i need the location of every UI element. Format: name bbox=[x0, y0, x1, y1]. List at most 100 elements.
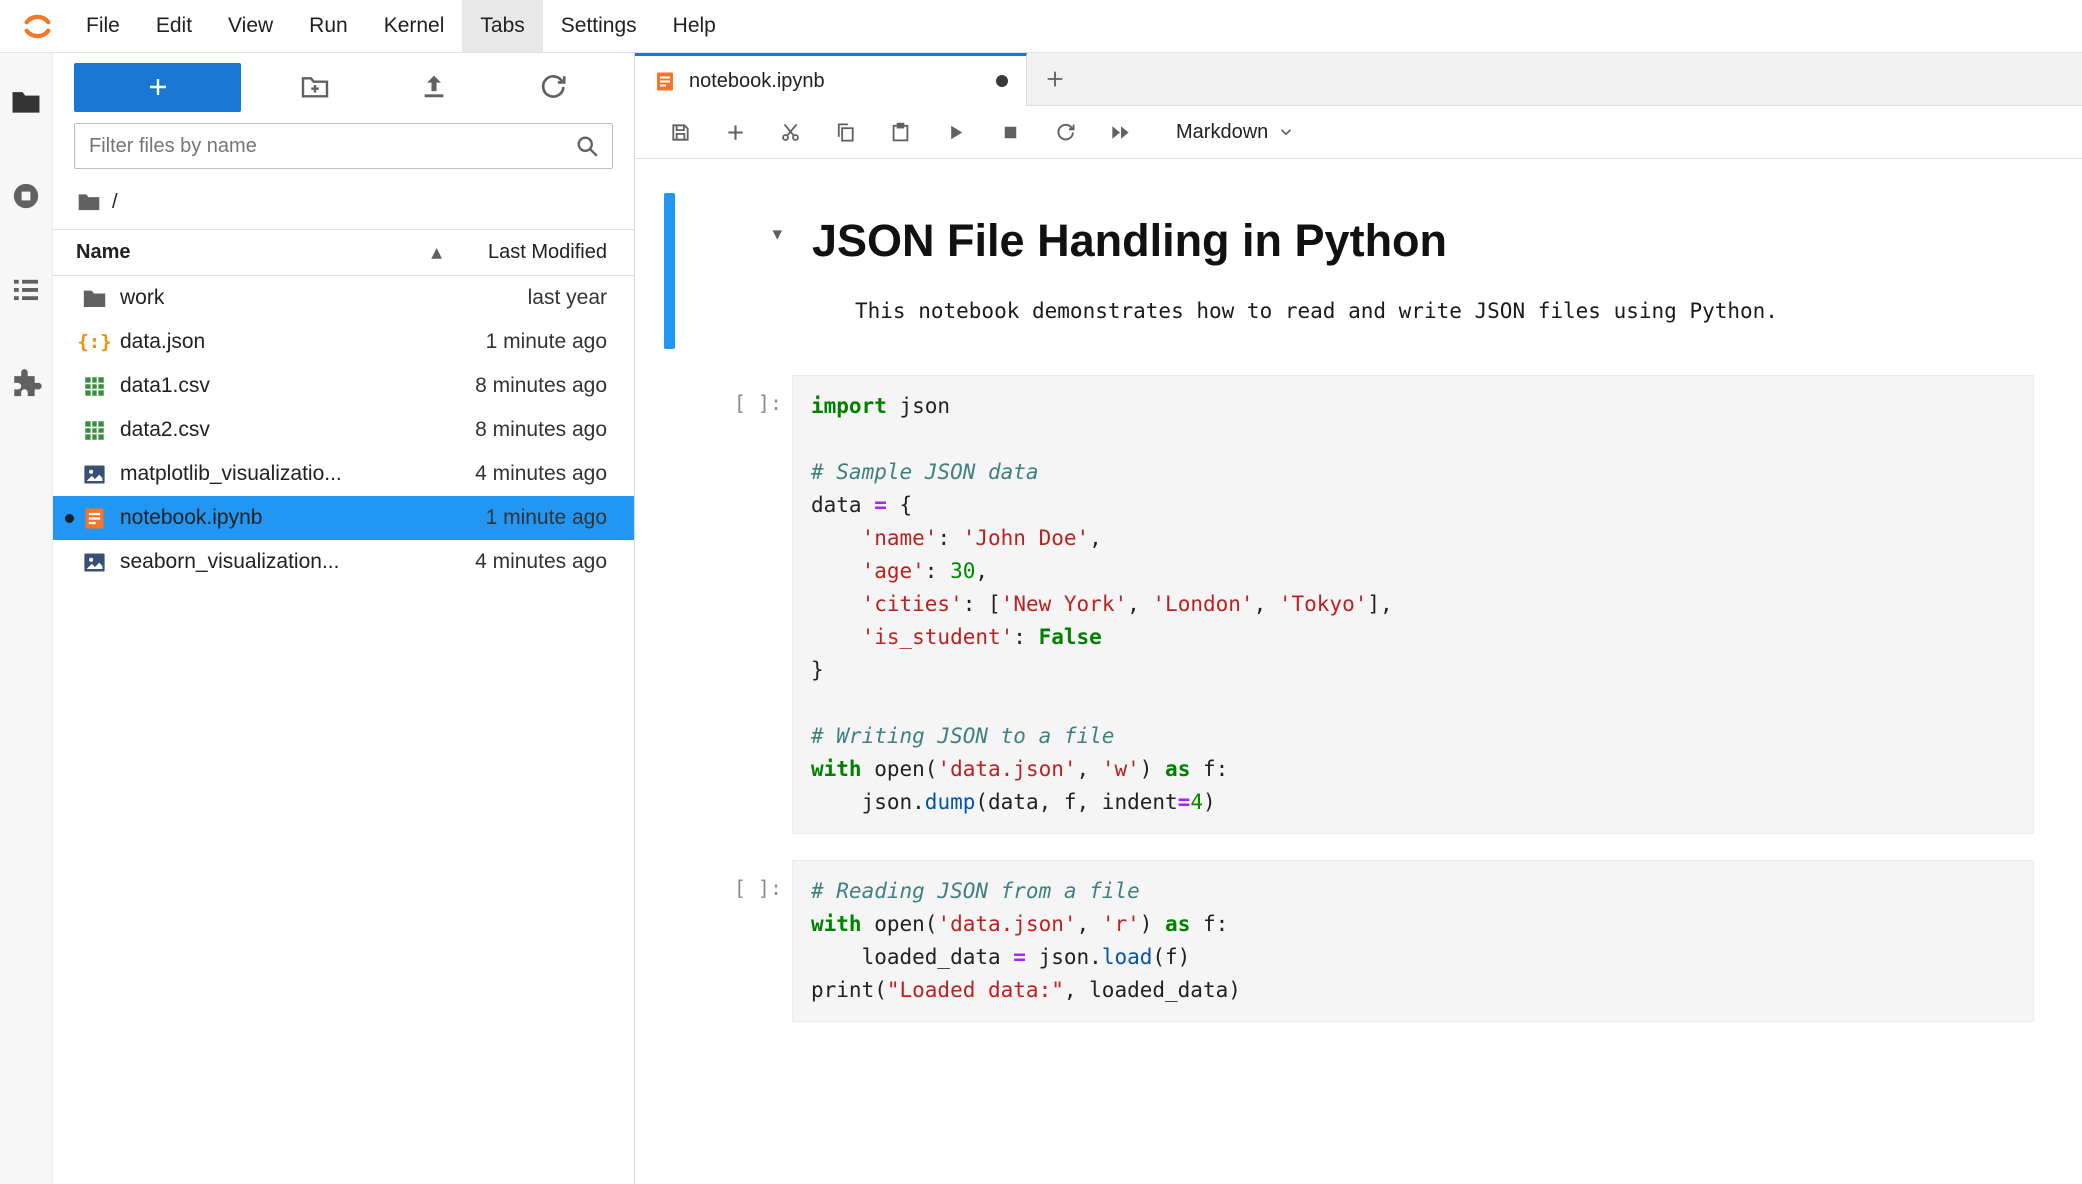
tab-notebook[interactable]: notebook.ipynb bbox=[635, 53, 1027, 106]
rendered-markdown[interactable]: JSON File Handling in Python This noteboo… bbox=[792, 193, 2034, 349]
file-row-matplotlib-visualizatio-[interactable]: matplotlib_visualizatio...4 minutes ago bbox=[53, 452, 634, 496]
code-line: with open('data.json', 'w') as f: bbox=[811, 753, 2015, 786]
markdown-body: This notebook demonstrates how to read a… bbox=[855, 299, 2034, 323]
code-cell[interactable]: [ ]:import json # Sample JSON datadata =… bbox=[635, 375, 2082, 834]
new-tab-button[interactable] bbox=[1033, 53, 1077, 105]
unsaved-changes-indicator[interactable] bbox=[996, 75, 1008, 87]
code-cell[interactable]: [ ]:# Reading JSON from a filewith open(… bbox=[635, 860, 2082, 1022]
file-row-seaborn-visualization-[interactable]: seaborn_visualization... 4 minutes ago bbox=[53, 540, 634, 584]
cell-collapser[interactable] bbox=[664, 860, 675, 1022]
table-of-contents-icon[interactable] bbox=[9, 273, 43, 307]
cell-type-dropdown[interactable]: Markdown bbox=[1176, 121, 1295, 144]
file-row-data-json[interactable]: {:} data.json 1 minute ago bbox=[53, 320, 634, 364]
file-name: notebook.ipynb bbox=[120, 506, 262, 530]
code-line: print("Loaded data:", loaded_data) bbox=[811, 974, 2015, 1007]
run-button[interactable] bbox=[928, 111, 983, 153]
file-name: data2.csv bbox=[120, 418, 210, 442]
file-name: data.json bbox=[120, 330, 205, 354]
code-line: 'is_student': False bbox=[811, 621, 2015, 654]
code-editor[interactable]: # Reading JSON from a filewith open('dat… bbox=[792, 860, 2034, 1022]
toolbar-buttons bbox=[653, 111, 1148, 153]
jupyter-logo-icon bbox=[14, 0, 60, 52]
file-list-header: Name ▲ Last Modified bbox=[53, 229, 634, 276]
image-icon bbox=[81, 549, 108, 576]
cell-collapser[interactable] bbox=[664, 193, 675, 349]
menu-edit[interactable]: Edit bbox=[138, 0, 210, 52]
tab-title: notebook.ipynb bbox=[689, 70, 825, 93]
menu-help[interactable]: Help bbox=[655, 0, 734, 52]
menu-settings[interactable]: Settings bbox=[543, 0, 655, 52]
tab-bar: notebook.ipynb bbox=[635, 53, 2082, 106]
file-modified: 1 minute ago bbox=[486, 330, 607, 354]
modified-column-header[interactable]: Last Modified bbox=[488, 241, 607, 264]
code-line: 'name': 'John Doe', bbox=[811, 522, 2015, 555]
breadcrumb-path: / bbox=[112, 191, 118, 214]
menu-run[interactable]: Run bbox=[291, 0, 366, 52]
extensions-icon[interactable] bbox=[9, 367, 43, 401]
cell-collapser[interactable] bbox=[664, 375, 675, 834]
stop-button[interactable] bbox=[983, 111, 1038, 153]
menu-tabs[interactable]: Tabs bbox=[462, 0, 542, 52]
code-line: json.dump(data, f, indent=4) bbox=[811, 786, 2015, 819]
code-line: with open('data.json', 'r') as f: bbox=[811, 908, 2015, 941]
code-line bbox=[811, 423, 2015, 456]
code-line: data = { bbox=[811, 489, 2015, 522]
running-indicator bbox=[65, 514, 81, 523]
file-modified: 4 minutes ago bbox=[475, 550, 607, 574]
upload-button[interactable] bbox=[418, 71, 450, 103]
file-row-work[interactable]: worklast year bbox=[53, 276, 634, 320]
menu-file[interactable]: File bbox=[68, 0, 138, 52]
folder-icon bbox=[81, 285, 108, 312]
restart-button[interactable] bbox=[1038, 111, 1093, 153]
image-icon bbox=[81, 461, 108, 488]
menu-kernel[interactable]: Kernel bbox=[366, 0, 463, 52]
new-folder-button[interactable] bbox=[299, 71, 331, 103]
run-all-button[interactable] bbox=[1093, 111, 1148, 153]
menu-view[interactable]: View bbox=[210, 0, 291, 52]
file-row-notebook-ipynb[interactable]: notebook.ipynb 1 minute ago bbox=[53, 496, 634, 540]
file-modified: 1 minute ago bbox=[486, 506, 607, 530]
filter-input[interactable] bbox=[74, 123, 613, 169]
refresh-button[interactable] bbox=[537, 71, 569, 103]
file-name: seaborn_visualization... bbox=[120, 550, 339, 574]
save-button[interactable] bbox=[653, 111, 708, 153]
file-modified: 4 minutes ago bbox=[475, 462, 607, 486]
code-line: } bbox=[811, 654, 2015, 687]
code-line: loaded_data = json.load(f) bbox=[811, 941, 2015, 974]
notebook-icon bbox=[653, 69, 677, 93]
search-icon bbox=[573, 132, 601, 160]
cut-button[interactable] bbox=[763, 111, 818, 153]
file-browser-panel: / Name ▲ Last Modified worklast year {:} d… bbox=[53, 53, 635, 1184]
json-icon: {:} bbox=[81, 329, 108, 356]
running-sessions-icon[interactable] bbox=[9, 179, 43, 213]
menu-items: FileEditViewRunKernelTabsSettingsHelp bbox=[68, 0, 734, 52]
paste-button[interactable] bbox=[873, 111, 928, 153]
file-name: data1.csv bbox=[120, 374, 210, 398]
file-name: work bbox=[120, 286, 164, 310]
home-folder-icon bbox=[76, 189, 102, 215]
file-browser-toolbar bbox=[53, 53, 634, 121]
notebook-content: ▾ JSON File Handling in Python This notebo… bbox=[635, 159, 2082, 1184]
file-modified: 8 minutes ago bbox=[475, 374, 607, 398]
breadcrumb[interactable]: / bbox=[53, 179, 634, 229]
markdown-title: JSON File Handling in Python bbox=[812, 215, 2034, 267]
markdown-cell[interactable]: ▾ JSON File Handling in Python This notebo… bbox=[635, 193, 2082, 349]
file-browser-icon[interactable] bbox=[9, 85, 43, 119]
code-line: # Sample JSON data bbox=[811, 456, 2015, 489]
file-row-data1-csv[interactable]: data1.csv 8 minutes ago bbox=[53, 364, 634, 408]
code-editor[interactable]: import json # Sample JSON datadata = { '… bbox=[792, 375, 2034, 834]
name-column-header[interactable]: Name ▲ bbox=[76, 241, 488, 264]
main-panel: notebook.ipynb Markdown ▾JSON File Handl… bbox=[635, 53, 2082, 1184]
filter-box bbox=[74, 123, 613, 169]
file-modified: 8 minutes ago bbox=[475, 418, 607, 442]
file-row-data2-csv[interactable]: data2.csv 8 minutes ago bbox=[53, 408, 634, 452]
new-launcher-button[interactable] bbox=[74, 63, 241, 112]
code-line bbox=[811, 687, 2015, 720]
insert-button[interactable] bbox=[708, 111, 763, 153]
markdown-collapse-icon[interactable]: ▾ bbox=[675, 193, 792, 349]
chevron-down-icon bbox=[1277, 123, 1295, 141]
code-line: # Writing JSON to a file bbox=[811, 720, 2015, 753]
notebook-toolbar: Markdown bbox=[635, 106, 2082, 159]
file-list: worklast year {:} data.json 1 minute ago dat… bbox=[53, 276, 634, 1184]
copy-button[interactable] bbox=[818, 111, 873, 153]
